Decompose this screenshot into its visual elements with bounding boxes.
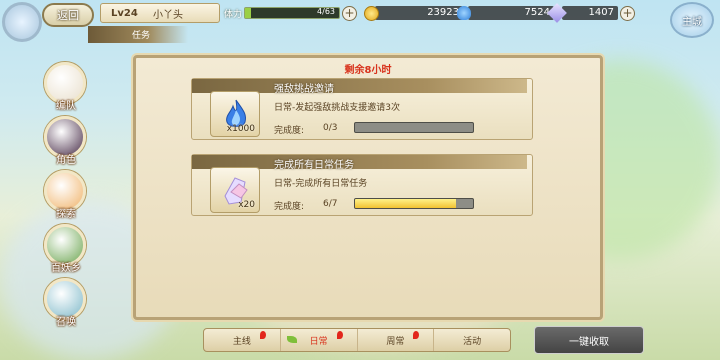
- sidebar-item[interactable]: 编队: [42, 62, 90, 112]
- crystal-shard-icon: x20: [210, 167, 260, 213]
- claim-all-button[interactable]: 一键收取: [534, 326, 644, 354]
- progress-label: 完成度:: [274, 202, 305, 212]
- quest-card[interactable]: 完成所有日常任务 x20 日常-完成所有日常任务 完成度: 6/7: [191, 154, 533, 216]
- sidebar-item-label: 编队: [56, 101, 76, 112]
- tab-label: 日常: [309, 336, 328, 347]
- alert-icon: [259, 331, 266, 339]
- player-info: Lv24 小丫头: [100, 3, 220, 23]
- stamina-label: 体力: [224, 9, 243, 20]
- alert-icon: [336, 331, 343, 339]
- quest-description: 日常-发起强敌挑战支援邀请3次: [274, 103, 400, 113]
- quest-tabs: 主线 日常 周常 活动: [203, 328, 511, 352]
- reward-count: x20: [238, 200, 255, 210]
- time-remaining: 剩余8小时: [344, 65, 392, 76]
- game-screen: { "header": { "back_label": "返回", "level…: [0, 0, 720, 360]
- add-crystal-button[interactable]: +: [620, 5, 635, 21]
- sidebar-item[interactable]: 角色: [42, 116, 90, 166]
- quest-title: 强敌挑战邀请: [274, 84, 334, 95]
- sidebar-item-label: 角色: [56, 155, 76, 166]
- quest-title: 完成所有日常任务: [274, 160, 354, 171]
- sidebar-item-label: 探索: [56, 209, 76, 220]
- tab-label: 周常: [386, 336, 405, 347]
- stamina-bar: 体力 4/63 +: [224, 5, 358, 21]
- gem-icon: [457, 6, 471, 20]
- quest-card[interactable]: 强敌挑战邀请 x1000 日常-发起强敌挑战支援邀请3次 完成度: 0/3: [191, 78, 533, 140]
- clock-ornament-icon: [2, 2, 42, 42]
- progress-value: 6/7: [323, 199, 338, 209]
- crystal-counter: 1407 +: [547, 3, 635, 23]
- stamina-fill: [245, 8, 251, 18]
- sidebar-item[interactable]: 召唤: [42, 278, 90, 328]
- stamina-track: 4/63: [244, 7, 341, 19]
- progress-label: 完成度:: [274, 126, 305, 136]
- player-name: 小丫头: [153, 9, 183, 21]
- leaf-icon: [286, 336, 297, 343]
- crystal-value: 1407: [562, 6, 618, 20]
- page-title: 任务: [88, 26, 188, 43]
- back-button[interactable]: 返回: [42, 3, 94, 27]
- reward-count: x1000: [226, 124, 255, 134]
- tab-event[interactable]: 活动: [434, 329, 510, 351]
- stamina-value: 4/63: [317, 7, 336, 16]
- tab-label: 活动: [463, 336, 482, 347]
- alert-icon: [413, 331, 420, 339]
- add-stamina-button[interactable]: +: [342, 5, 358, 21]
- tab-label: 主线: [232, 336, 251, 347]
- sidebar-item[interactable]: 百妖乡: [42, 224, 90, 274]
- tab-main[interactable]: 主线: [204, 329, 281, 351]
- gold-counter: 23923: [364, 5, 463, 21]
- sidebar-item[interactable]: 探索: [42, 170, 90, 220]
- gem-value: 7524: [468, 6, 554, 20]
- progress-fill: [355, 199, 457, 208]
- quest-panel: 剩余8小时 强敌挑战邀请 x1000 日常-发起强敌挑战支援邀请3次 完成度: …: [133, 55, 603, 320]
- sidebar-item-label: 召唤: [56, 317, 76, 328]
- progress-bar: [354, 198, 474, 209]
- gold-coin-icon: [364, 5, 379, 21]
- quest-description: 日常-完成所有日常任务: [274, 179, 368, 189]
- tab-weekly[interactable]: 周常: [358, 329, 435, 351]
- progress-bar: [354, 122, 474, 133]
- main-city-button[interactable]: 主城: [670, 2, 714, 38]
- blue-flame-icon: x1000: [210, 91, 260, 137]
- tab-daily[interactable]: 日常: [281, 329, 358, 351]
- sidebar-item-label: 百妖乡: [51, 263, 81, 274]
- progress-value: 0/3: [323, 123, 338, 133]
- gold-value: 23923: [375, 6, 463, 20]
- gem-counter: 7524: [457, 5, 554, 21]
- player-level: Lv24: [111, 7, 138, 19]
